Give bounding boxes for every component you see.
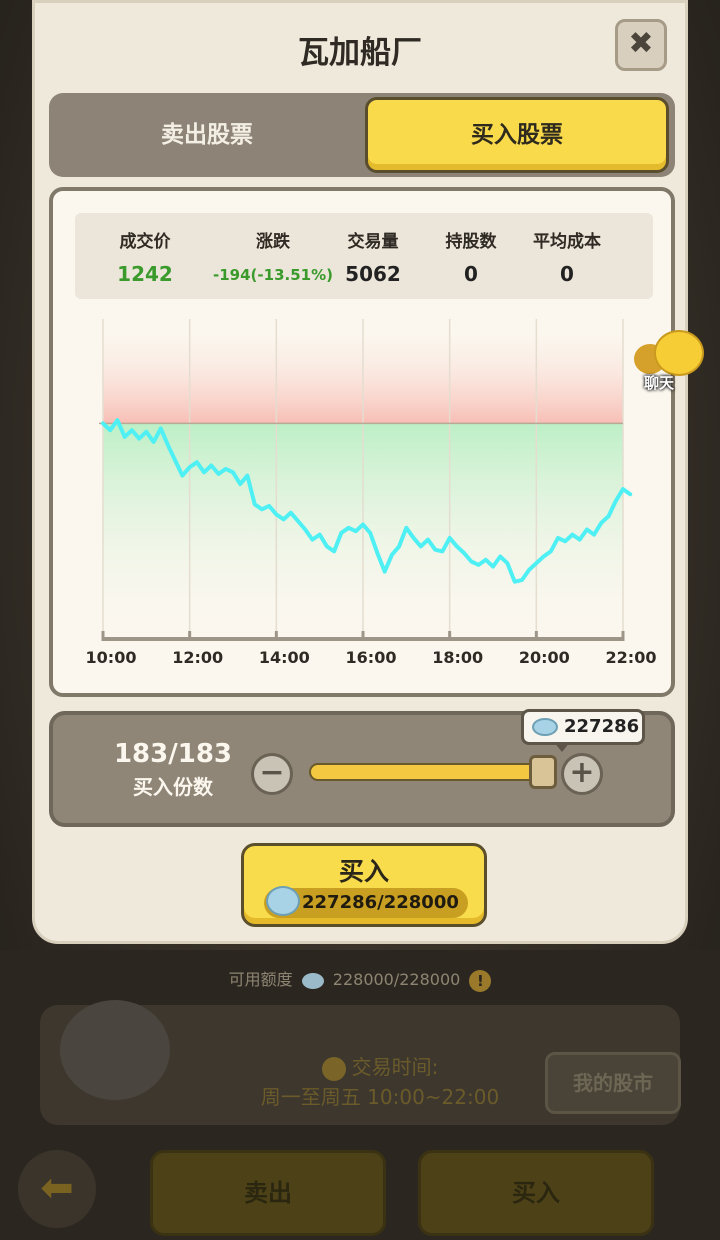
x-tick-label: 22:00: [606, 648, 657, 667]
x-tick-label: 10:00: [86, 648, 137, 667]
x-tick-label: 18:00: [432, 648, 483, 667]
warning-icon[interactable]: !: [469, 969, 492, 992]
x-tick-label: 12:00: [172, 648, 223, 667]
quantity-value: 183/183: [113, 739, 233, 769]
trade-time-label: 交易时间:: [351, 1055, 439, 1079]
my-stock-button[interactable]: 我的股市: [545, 1052, 681, 1114]
sell-button-bg[interactable]: 卖出: [150, 1150, 386, 1236]
chat-button[interactable]: 聊天: [634, 330, 708, 396]
available-amount: 可用额度 228000/228000 !: [0, 966, 720, 992]
back-arrow-icon[interactable]: ⬅: [18, 1150, 96, 1228]
trade-time-value: 周一至周五 10:00~22:00: [260, 1085, 500, 1109]
minus-button[interactable]: −: [251, 753, 293, 795]
available-value: 228000/228000: [332, 970, 461, 989]
buy-button[interactable]: 买入 227286/228000: [241, 843, 487, 927]
close-button[interactable]: ✖: [615, 19, 667, 71]
price-chart: 10:00 12:00 14:00 16:00 18:00 20:00 22:00: [86, 319, 657, 667]
cost-tooltip: 227286: [521, 709, 645, 752]
stock-trade-modal: 瓦加船厂 ✖ 卖出股票 买入股票 成交价 1242 涨跌 -194(-13.51…: [32, 0, 688, 944]
quantity-panel: 183/183 买入份数 − + 227286: [49, 709, 675, 827]
trade-tabs: 卖出股票 买入股票: [49, 93, 675, 177]
buy-button-label: 买入: [338, 857, 389, 886]
buy-price-value: 227286/228000: [302, 892, 459, 913]
smiley-icon: [654, 330, 704, 376]
check-badge-icon: [321, 1056, 346, 1081]
trade-time: 交易时间: 周一至周五 10:00~22:00: [240, 1052, 520, 1112]
tab-buy-stock[interactable]: 买入股票: [365, 97, 669, 173]
chat-label: 聊天: [644, 374, 675, 392]
quantity-slider-track[interactable]: [309, 763, 543, 781]
cost-tooltip-value: 227286: [564, 716, 640, 737]
chart-panel: 成交价 1242 涨跌 -194(-13.51%) 交易量 5062 持股数 0…: [49, 187, 675, 697]
tab-sell-stock[interactable]: 卖出股票: [55, 97, 359, 173]
x-tick-label: 20:00: [519, 648, 570, 667]
gem-icon: [266, 886, 300, 916]
quantity-slider-handle[interactable]: [529, 755, 557, 789]
quantity-label: 买入份数: [133, 775, 213, 799]
page-title: 瓦加船厂: [298, 35, 422, 71]
gem-icon: [532, 718, 558, 736]
mascot-avatar: [60, 1000, 170, 1100]
available-label: 可用额度: [228, 970, 293, 989]
buy-button-bg[interactable]: 买入: [418, 1150, 654, 1236]
plus-button[interactable]: +: [561, 753, 603, 795]
quantity-count: 183/183 买入份数: [93, 739, 253, 800]
x-tick-label: 16:00: [346, 648, 397, 667]
x-tick-label: 14:00: [259, 648, 310, 667]
gem-icon: [301, 972, 324, 989]
buy-price-pill: 227286/228000: [264, 886, 468, 918]
